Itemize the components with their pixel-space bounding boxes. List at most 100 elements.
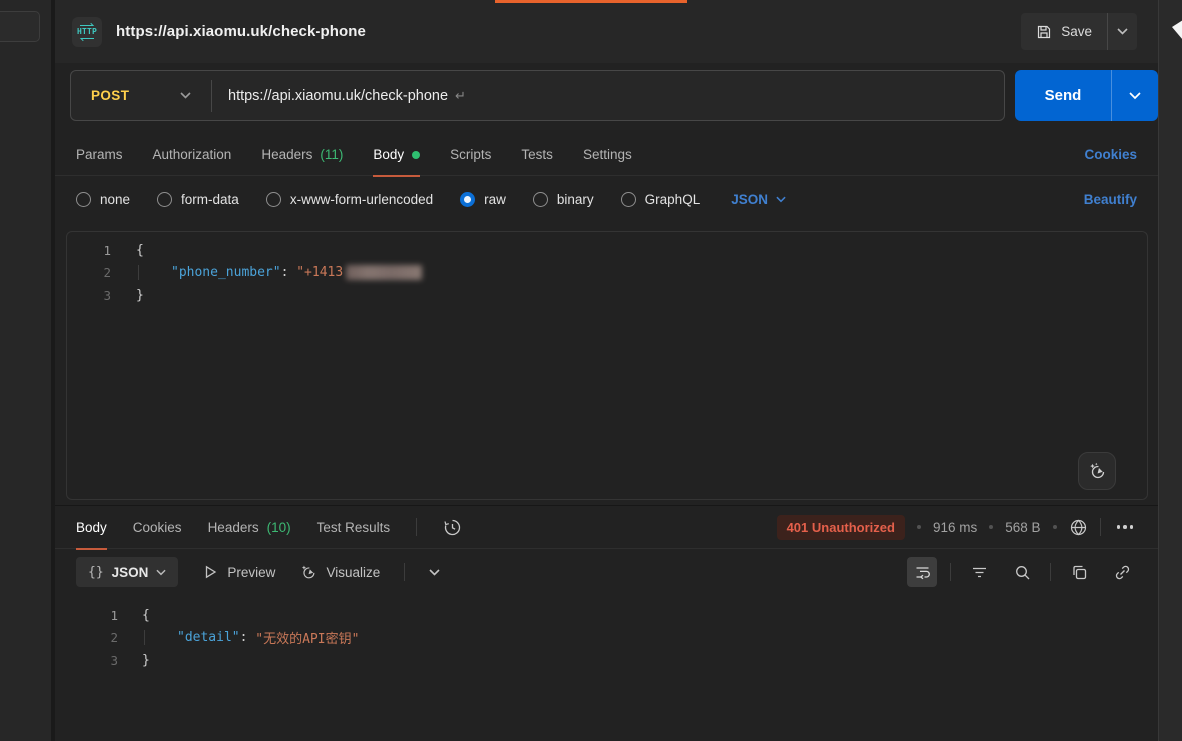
line-number: 3 [55,653,118,668]
code-line: 1 { [67,239,1147,262]
dot-separator [989,525,993,529]
response-headers-count-badge: (10) [267,520,291,535]
response-pane: Body Cookies Headers (10) Test Results [55,505,1158,741]
visualize-button[interactable]: Visualize [299,563,380,581]
chevron-down-icon [180,92,191,99]
line-number: 2 [67,265,111,280]
request-tabs: Params Authorization Headers (11) Body S… [55,134,1158,176]
line-number: 1 [55,608,118,623]
save-button-label: Save [1061,24,1092,39]
indent-guide [144,630,177,645]
save-button-group: Save [1021,13,1137,50]
response-size[interactable]: 568 B [1005,520,1040,535]
response-tab-test-results[interactable]: Test Results [317,506,391,549]
response-format-selector[interactable]: {} JSON [76,557,178,587]
search-icon [1014,564,1031,581]
raw-language-selector[interactable]: JSON [731,192,786,207]
line-number: 1 [67,243,111,258]
active-browser-tab-indicator [495,0,687,3]
divider [1100,518,1101,536]
postbot-button[interactable] [1078,452,1116,490]
divider [950,563,951,581]
play-icon [202,564,218,580]
tab-headers[interactable]: Headers (11) [261,134,343,176]
left-sidebar [0,0,51,741]
radio-icon [533,192,548,207]
wrap-text-button[interactable] [907,557,937,587]
response-tab-cookies[interactable]: Cookies [133,506,182,549]
filter-button[interactable] [964,557,994,587]
body-type-none[interactable]: none [76,192,130,207]
request-header-bar: HTTP https://api.xiaomu.uk/check-phone S… [55,0,1158,63]
visualize-sparkle-icon [299,563,317,581]
body-type-x-www-form-urlencoded[interactable]: x-www-form-urlencoded [266,192,433,207]
response-body-editor[interactable]: 1 { 2 "detail": "无效的API密钥" 3 } [55,595,1158,672]
chevron-down-icon [1129,92,1141,100]
headers-count-badge: (11) [320,147,343,162]
response-tab-headers[interactable]: Headers (10) [208,506,291,549]
tab-authorization[interactable]: Authorization [153,134,232,176]
tab-settings[interactable]: Settings [583,134,632,176]
link-button[interactable] [1107,557,1137,587]
wrap-text-icon [914,564,931,581]
send-button-group: Send [1015,70,1158,121]
save-button[interactable]: Save [1021,13,1108,50]
body-type-selector: none form-data x-www-form-urlencoded raw… [55,180,1158,218]
code-line: 1 { [55,604,1158,627]
radio-icon [76,192,91,207]
network-info-button[interactable] [1069,518,1088,537]
chevron-down-icon [1117,28,1128,35]
response-toolbar: {} JSON Preview [55,549,1158,595]
divider [416,518,417,536]
body-type-binary[interactable]: binary [533,192,594,207]
body-type-form-data[interactable]: form-data [157,192,239,207]
search-button[interactable] [1007,557,1037,587]
mouse-cursor [1172,20,1182,40]
save-dropdown-button[interactable] [1108,13,1137,50]
url-input[interactable]: https://api.xiaomu.uk/check-phone ↵ [212,88,466,104]
divider [404,563,405,581]
send-options-button[interactable] [1112,70,1158,121]
request-title: https://api.xiaomu.uk/check-phone [116,23,366,40]
http-request-icon: HTTP [72,17,102,47]
cookies-link[interactable]: Cookies [1084,147,1137,162]
history-clock-icon [443,518,462,537]
sidebar-collapsed-tab[interactable] [0,11,40,42]
right-sidebar-rail[interactable] [1158,0,1182,741]
code-line: 3 } [55,649,1158,672]
status-badge[interactable]: 401 Unauthorized [777,515,905,540]
copy-icon [1071,564,1088,581]
sidebar-divider [51,0,55,741]
response-tab-body[interactable]: Body [76,506,107,549]
request-workspace: HTTP https://api.xiaomu.uk/check-phone S… [55,0,1158,741]
copy-button[interactable] [1064,557,1094,587]
divider [1050,563,1051,581]
request-body-editor[interactable]: 1 { 2 "phone_number": "+1413 3 } [66,231,1148,500]
tab-scripts[interactable]: Scripts [450,134,491,176]
radio-icon [157,192,172,207]
visualize-options-chevron[interactable] [429,569,440,576]
more-options-icon[interactable] [1113,521,1138,533]
response-time[interactable]: 916 ms [933,520,977,535]
dot-separator [1053,525,1057,529]
line-number: 2 [55,630,118,645]
method-selector[interactable]: POST [71,71,211,120]
response-history-button[interactable] [443,518,462,537]
tab-tests[interactable]: Tests [521,134,553,176]
tab-params[interactable]: Params [76,134,123,176]
tab-body[interactable]: Body [373,134,420,176]
chevron-down-icon [429,569,440,576]
code-line: 2 "detail": "无效的API密钥" [55,627,1158,650]
radio-selected-icon [460,192,475,207]
radio-icon [621,192,636,207]
send-button[interactable]: Send [1015,70,1112,121]
preview-button[interactable]: Preview [202,564,275,580]
save-icon [1036,24,1052,40]
beautify-link[interactable]: Beautify [1084,192,1137,207]
chevron-down-icon [156,569,166,576]
body-type-graphql[interactable]: GraphQL [621,192,701,207]
response-tabs-bar: Body Cookies Headers (10) Test Results [55,506,1158,549]
link-icon [1114,564,1131,581]
response-tools-right [907,557,1137,587]
body-type-raw[interactable]: raw [460,192,506,207]
